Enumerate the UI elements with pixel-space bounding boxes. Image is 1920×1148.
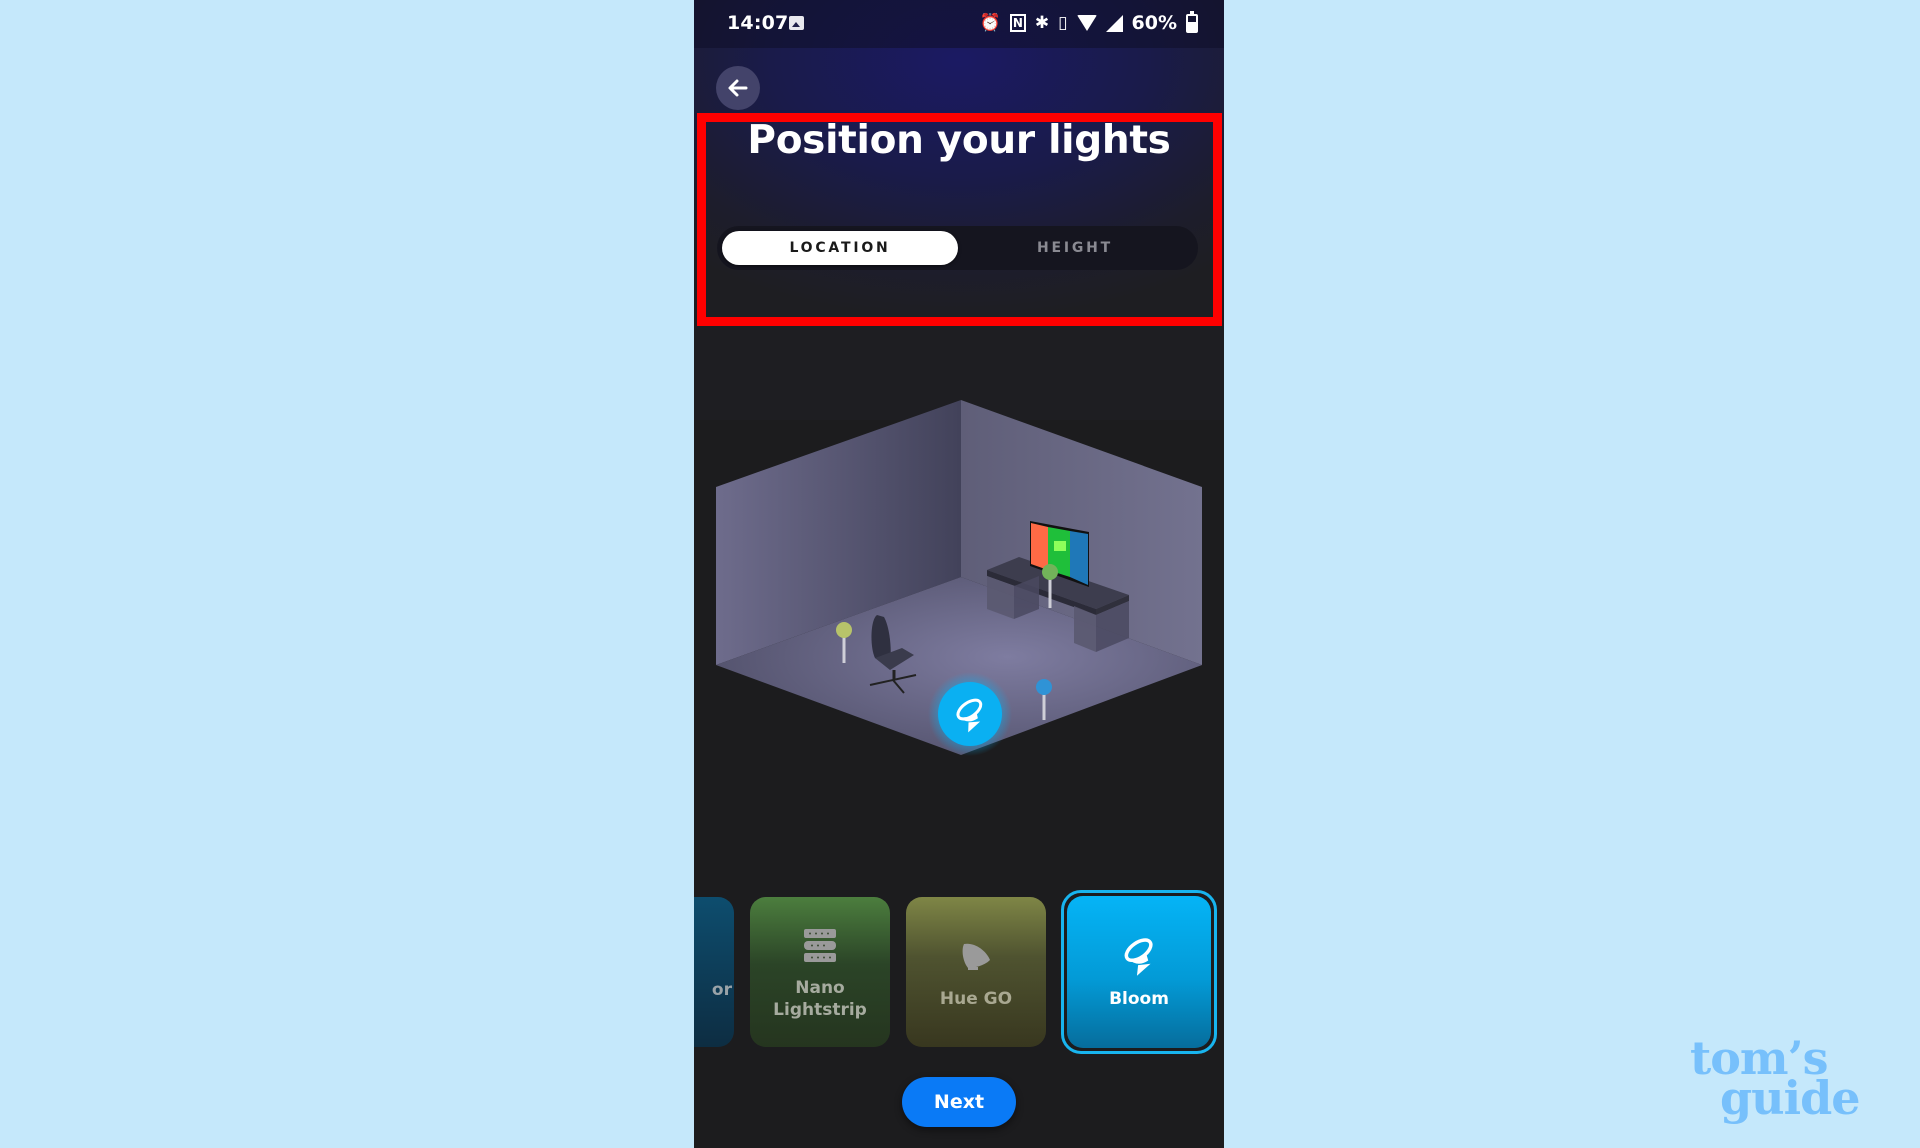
watermark-line2: guide bbox=[1720, 1071, 1861, 1125]
status-bar: 14:07 ⏰ N ✱ ▯ 60% bbox=[694, 0, 1224, 48]
light-card-label: Hue GO bbox=[939, 989, 1013, 1009]
arrow-left-icon bbox=[728, 79, 748, 97]
location-height-toggle: LOCATION HEIGHT bbox=[717, 226, 1198, 270]
toms-guide-watermark: tom’s guide bbox=[1690, 1035, 1861, 1125]
alarm-icon: ⏰ bbox=[979, 13, 1001, 33]
light-card-bloom[interactable]: Bloom bbox=[1067, 896, 1211, 1048]
battery-icon bbox=[1186, 10, 1198, 33]
wifi-icon bbox=[1076, 15, 1097, 31]
back-button[interactable] bbox=[716, 66, 760, 110]
light-marker-bloom-selected[interactable] bbox=[928, 672, 1012, 756]
light-card-label: or bbox=[711, 980, 732, 1000]
light-card-label: Bloom bbox=[1109, 989, 1169, 1009]
light-card-label-line2: Lightstrip bbox=[773, 1000, 867, 1020]
signal-icon bbox=[1105, 14, 1123, 32]
hue-go-icon bbox=[958, 934, 994, 978]
bloom-icon bbox=[1119, 934, 1159, 978]
page-title: Position your lights bbox=[747, 118, 1171, 163]
room-illustration bbox=[716, 400, 1202, 756]
gallery-icon bbox=[789, 16, 804, 30]
light-type-carousel: or Nano Lightstrip Hue GO Bloom bbox=[694, 890, 1224, 1054]
tab-location[interactable]: LOCATION bbox=[722, 231, 958, 265]
status-time: 14:07 bbox=[727, 12, 789, 34]
light-card-nano-lightstrip[interactable]: Nano Lightstrip bbox=[750, 897, 890, 1047]
bluetooth-icon: ✱ bbox=[1034, 13, 1050, 33]
phone-screen: 14:07 ⏰ N ✱ ▯ 60% Position your lights L… bbox=[694, 0, 1224, 1148]
lightstrip-icon bbox=[802, 923, 838, 967]
vibrate-icon: ▯ bbox=[1058, 13, 1068, 33]
tab-height[interactable]: HEIGHT bbox=[957, 231, 1193, 265]
light-card-partial[interactable]: or bbox=[694, 897, 734, 1047]
light-card-hue-go[interactable]: Hue GO bbox=[906, 897, 1046, 1047]
header-background bbox=[694, 0, 1224, 420]
light-card-label-line1: Nano bbox=[795, 978, 845, 998]
battery-percent: 60% bbox=[1131, 12, 1177, 34]
next-button[interactable]: Next bbox=[902, 1077, 1016, 1127]
nfc-icon: N bbox=[1009, 14, 1026, 32]
